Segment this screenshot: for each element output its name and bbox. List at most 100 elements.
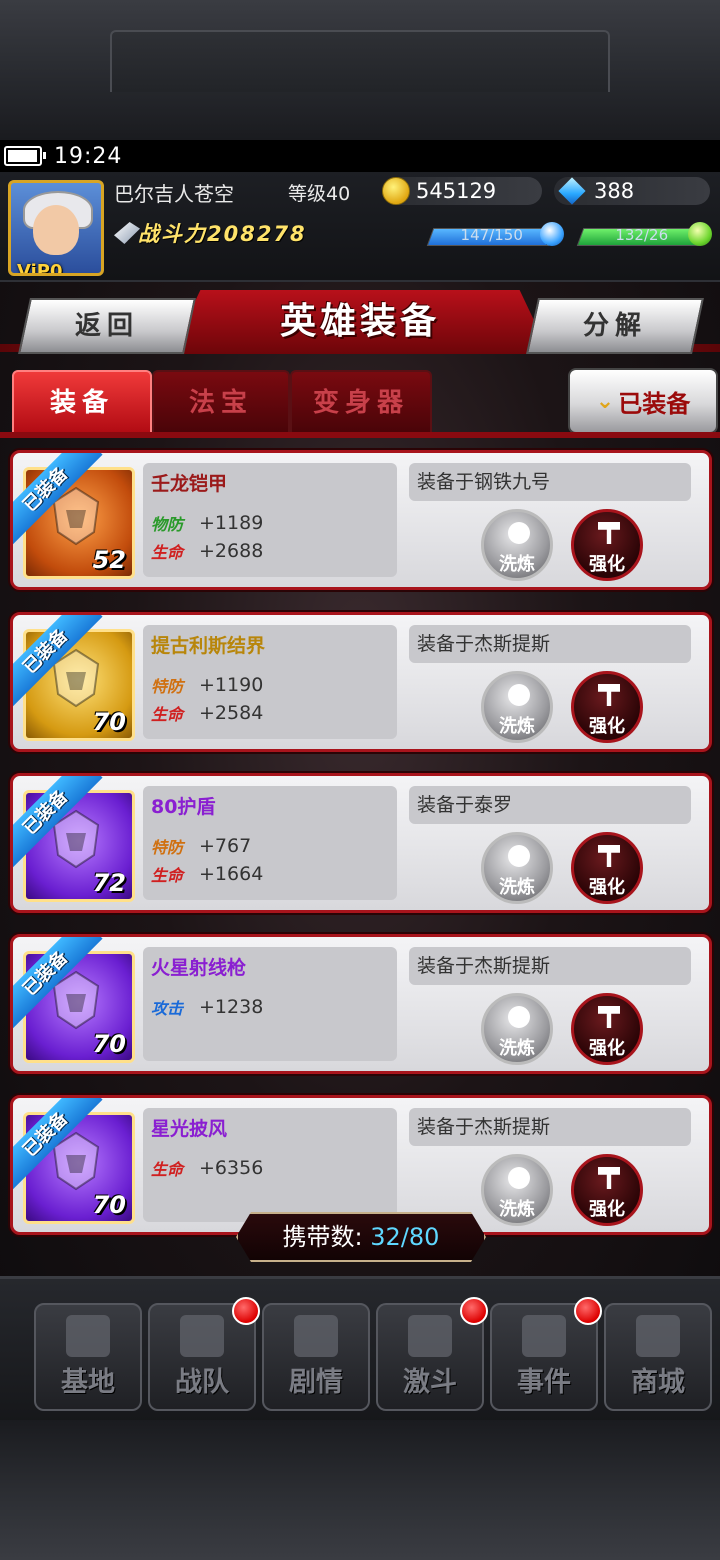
energy-orb-icon[interactable]: [540, 222, 564, 246]
tabs-rail: [0, 432, 720, 438]
stat-line: 攻击 +1238: [151, 995, 263, 1019]
refine-button[interactable]: 洗炼: [481, 509, 553, 581]
nav-label: 剧情: [289, 1367, 343, 1398]
item-level: 52: [92, 546, 126, 574]
equipment-card[interactable]: 已装备 70 火星射线枪 攻击 +1238 装备于杰斯提斯 洗炼 强化: [10, 934, 712, 1074]
nav-item[interactable]: 基地: [34, 1303, 142, 1411]
item-name: 星光披风: [151, 1118, 228, 1140]
nav-label: 激斗: [403, 1367, 457, 1398]
stat-tag: 特防: [151, 677, 184, 696]
tab-equipment[interactable]: 装备: [12, 370, 152, 436]
stat-tag: 攻击: [151, 999, 184, 1018]
diamond-icon: [558, 177, 586, 205]
strengthen-button[interactable]: 强化: [571, 671, 643, 743]
decompose-button-label: 分解: [582, 311, 647, 341]
gold-coin-icon: [382, 177, 410, 205]
item-info: 星光披风 生命 +6356: [143, 1108, 397, 1222]
equipment-card[interactable]: 已装备 72 80护盾 特防 +767 生命 +1664 装备于泰罗 洗炼 强化: [10, 773, 712, 913]
item-info: 火星射线枪 攻击 +1238: [143, 947, 397, 1061]
clock: 19:24: [54, 143, 123, 169]
stat-tag: 生命: [151, 543, 184, 562]
carry-count-value: 32/80: [370, 1223, 440, 1251]
refine-button[interactable]: 洗炼: [481, 671, 553, 743]
stat-value: +6356: [199, 1157, 264, 1179]
carry-count: 携带数: 32/80: [236, 1212, 486, 1262]
tab-treasure[interactable]: 法宝: [152, 370, 290, 436]
chevron-down-icon: ⌄: [595, 388, 615, 414]
story-icon: [294, 1315, 338, 1357]
combat-power-value: 208278: [207, 222, 307, 246]
strengthen-button[interactable]: 强化: [571, 1154, 643, 1226]
stat-value: +1189: [199, 512, 264, 534]
item-info: 提古利斯结界 特防 +1190 生命 +2584: [143, 625, 397, 739]
equipped-filter-label: 已装备: [618, 389, 691, 418]
notification-dot: [460, 1297, 488, 1325]
stat-value: +1664: [199, 863, 264, 885]
equipment-card[interactable]: 已装备 52 壬龙铠甲 物防 +1189 生命 +2688 装备于钢铁九号 洗炼…: [10, 450, 712, 590]
battle-icon: [408, 1315, 452, 1357]
refine-button[interactable]: 洗炼: [481, 832, 553, 904]
equipment-card[interactable]: 已装备 70 提古利斯结界 特防 +1190 生命 +2584 装备于杰斯提斯 …: [10, 612, 712, 752]
bottom-nav: 基地 战队 剧情 激斗 事件 商城: [0, 1276, 720, 1420]
stat-value: +2584: [199, 702, 264, 724]
stat-tag: 生命: [151, 705, 184, 724]
item-level: 70: [92, 708, 126, 736]
player-avatar[interactable]: ViP0: [8, 180, 104, 276]
refine-button[interactable]: 洗炼: [481, 1154, 553, 1226]
item-name: 壬龙铠甲: [151, 473, 228, 495]
title-banner: 英雄装备: [170, 290, 550, 354]
strengthen-button[interactable]: 强化: [571, 509, 643, 581]
combat-power-label: 战斗力: [138, 222, 207, 246]
energy-bar: 147/150: [426, 226, 556, 246]
player-header: ViP0 巴尔吉人苍空 等级40 545129 388 战斗力208278 14…: [0, 172, 720, 282]
nav-item[interactable]: 剧情: [262, 1303, 370, 1411]
strengthen-button[interactable]: 强化: [571, 993, 643, 1065]
stat-line: 特防 +1190: [151, 673, 263, 697]
equipped-to-label: 装备于钢铁九号: [409, 463, 691, 501]
nav-label: 事件: [517, 1367, 571, 1398]
equipped-to-label: 装备于泰罗: [409, 786, 691, 824]
nav-item[interactable]: 激斗: [376, 1297, 488, 1411]
player-level: 等级40: [288, 183, 351, 205]
nav-item[interactable]: 事件: [490, 1297, 602, 1411]
gem-counter[interactable]: 388: [554, 177, 710, 205]
nav-label: 商城: [631, 1367, 685, 1398]
notification-dot: [574, 1297, 602, 1325]
equipment-list[interactable]: 已装备 52 壬龙铠甲 物防 +1189 生命 +2688 装备于钢铁九号 洗炼…: [0, 442, 720, 1272]
stat-value: +2688: [199, 540, 264, 562]
event-icon: [522, 1315, 566, 1357]
top-device-frame: [0, 0, 720, 140]
strengthen-button[interactable]: 强化: [571, 832, 643, 904]
status-bar: 19:24: [0, 140, 720, 172]
notification-dot: [232, 1297, 260, 1325]
combat-power: 战斗力208278: [138, 218, 307, 248]
item-name: 火星射线枪: [151, 957, 247, 979]
energy-text: 147/150: [460, 226, 523, 244]
face-graphic: [33, 205, 79, 255]
equipped-filter-button[interactable]: ⌄ 已装备: [568, 368, 718, 434]
base-icon: [66, 1315, 110, 1357]
gold-counter[interactable]: 545129: [382, 177, 542, 205]
battery-icon: [4, 146, 46, 166]
stat-line: 特防 +767: [151, 834, 251, 858]
vip-badge: ViP0: [17, 261, 63, 276]
tab-transformer[interactable]: 变身器: [290, 370, 432, 436]
team-icon: [180, 1315, 224, 1357]
stat-line: 生命 +1664: [151, 862, 263, 886]
game-screen: ViP0 巴尔吉人苍空 等级40 545129 388 战斗力208278 14…: [0, 172, 720, 1420]
stat-line: 生命 +2688: [151, 539, 263, 563]
back-button[interactable]: 返回: [18, 298, 196, 354]
nav-item[interactable]: 战队: [148, 1297, 260, 1411]
refine-button[interactable]: 洗炼: [481, 993, 553, 1065]
carry-count-label: 携带数:: [282, 1223, 363, 1251]
nav-item[interactable]: 商城: [604, 1303, 712, 1411]
stamina-orb-icon[interactable]: [688, 222, 712, 246]
equipped-to-label: 装备于杰斯提斯: [409, 1108, 691, 1146]
equipped-to-label: 装备于杰斯提斯: [409, 625, 691, 663]
item-level: 70: [92, 1191, 126, 1219]
decompose-button[interactable]: 分解: [526, 298, 704, 354]
item-info: 壬龙铠甲 物防 +1189 生命 +2688: [143, 463, 397, 577]
stat-value: +1190: [199, 674, 264, 696]
gold-amount: 545129: [416, 179, 497, 203]
stat-value: +767: [199, 835, 252, 857]
